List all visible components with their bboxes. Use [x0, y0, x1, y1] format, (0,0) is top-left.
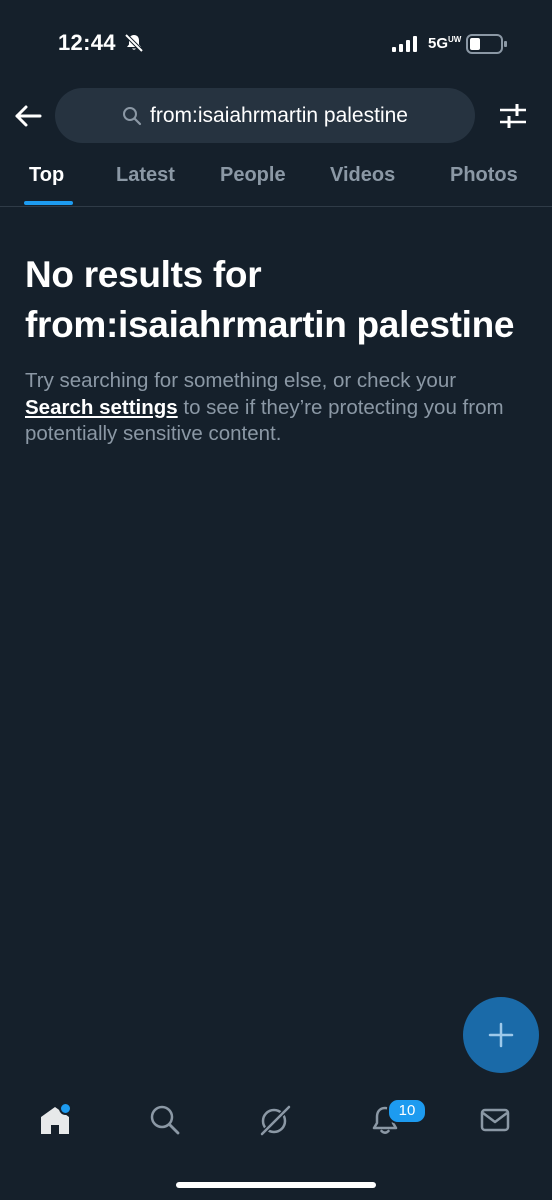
home-unread-dot [59, 1102, 72, 1115]
network-type: 5GUW [428, 35, 461, 52]
search-filter-button[interactable] [497, 101, 529, 131]
no-results-description: Try searching for something else, or che… [25, 368, 525, 448]
back-button[interactable] [12, 100, 44, 132]
nav-grok[interactable] [255, 1100, 295, 1140]
network-suffix: UW [448, 35, 462, 44]
tab-top[interactable]: Top [29, 164, 64, 187]
grok-icon [260, 1105, 291, 1136]
tab-people[interactable]: People [220, 164, 286, 187]
search-icon [150, 1105, 180, 1135]
magnifier-icon [122, 106, 142, 126]
empty-state: No results for from:isaiahrmartin palest… [25, 250, 525, 448]
arrow-left-icon [15, 105, 42, 127]
status-time: 12:44 [58, 30, 116, 55]
bell-slash-icon [124, 33, 144, 53]
search-query: from:isaiahrmartin palestine [150, 103, 408, 127]
tab-videos[interactable]: Videos [330, 164, 395, 187]
search-header: from:isaiahrmartin palestine [0, 88, 552, 144]
plus-icon [488, 1022, 514, 1048]
no-results-text-prefix: Try searching for something else, or che… [25, 369, 457, 392]
status-bar: 12:44 5GUW [0, 0, 552, 88]
cellular-signal-icon [392, 36, 417, 52]
nav-search[interactable] [145, 1100, 185, 1140]
active-tab-indicator [24, 201, 73, 205]
search-input[interactable]: from:isaiahrmartin palestine [55, 88, 475, 143]
sliders-icon [500, 104, 526, 128]
tab-photos[interactable]: Photos [450, 164, 518, 187]
compose-button[interactable] [463, 997, 539, 1073]
nav-messages[interactable] [475, 1100, 515, 1140]
tab-latest[interactable]: Latest [116, 164, 175, 187]
nav-home[interactable] [35, 1100, 75, 1140]
battery-icon [466, 34, 507, 54]
home-indicator[interactable] [176, 1182, 376, 1188]
mail-icon [480, 1108, 510, 1132]
search-settings-link[interactable]: Search settings [25, 396, 178, 419]
no-results-title: No results for from:isaiahrmartin palest… [25, 254, 515, 345]
search-tabs: Top Latest People Videos Photos [0, 150, 552, 207]
notifications-badge: 10 [387, 1098, 427, 1124]
bottom-navigation [0, 1090, 552, 1150]
network-label: 5G [428, 35, 449, 52]
